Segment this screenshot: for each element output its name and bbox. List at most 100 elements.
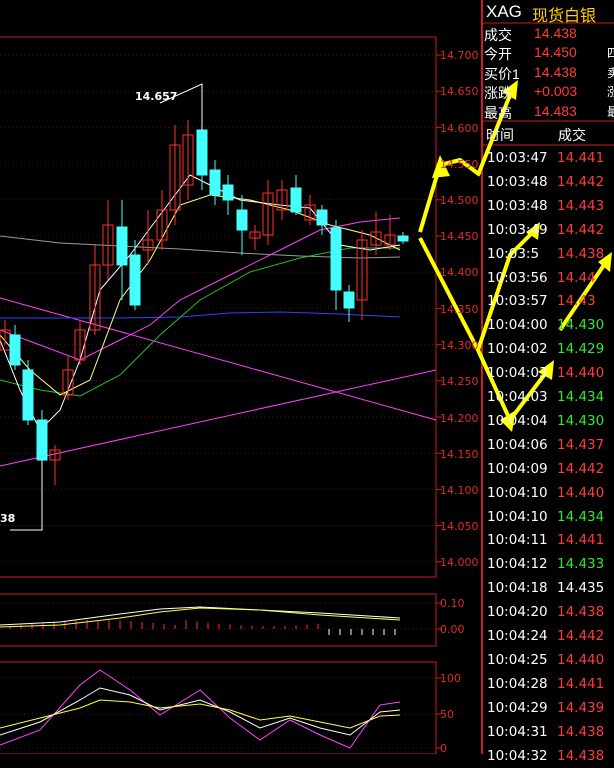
tick-row[interactable]: 10:04:28 14.441 xyxy=(482,672,614,696)
tick-row[interactable]: 10:04:18 14.435 xyxy=(482,576,614,600)
tick-time: 10:04:31 xyxy=(487,723,548,740)
quote-side-label: 四 xyxy=(607,46,614,61)
quote-label: 涨跌 xyxy=(484,85,512,102)
tick-row[interactable]: 10:04:02 14.429 xyxy=(482,337,614,361)
quote-value: 14.438 xyxy=(534,25,577,41)
tick-price: 14.429 xyxy=(557,341,605,358)
quote-row: 买价1 14.438 卖 xyxy=(482,63,614,82)
price-axis-label: 14.200 xyxy=(440,412,479,425)
tick-row[interactable]: 10:04:00 14.430 xyxy=(482,313,614,337)
tick-row[interactable]: 10:04:24 14.442 xyxy=(482,624,614,648)
candle-body xyxy=(36,419,48,461)
price-axis-label: 14.550 xyxy=(440,158,479,171)
symbol-name: 现货白银 xyxy=(532,8,597,25)
tick-time: 10:04:03 xyxy=(487,389,548,405)
price-axis-label: 14.400 xyxy=(440,266,479,279)
tick-row[interactable]: 10:04:04 14.430 xyxy=(482,409,614,433)
trendline xyxy=(0,297,437,421)
symbol-code: XAG xyxy=(486,2,522,21)
tick-time: 10:04:09 xyxy=(487,460,548,477)
tick-price: 14.434 xyxy=(557,389,605,405)
candle-body xyxy=(129,254,141,306)
quote-value: +0.003 xyxy=(534,83,578,100)
tick-price: 14.440 xyxy=(557,651,605,668)
tick-time: 10:04:20 xyxy=(487,604,548,621)
tick-row[interactable]: 10:04:31 14.438 xyxy=(482,720,614,744)
tick-row[interactable]: 10:04:06 14.437 xyxy=(482,433,614,457)
candle-body xyxy=(209,169,221,196)
quote-value: 14.438 xyxy=(534,63,577,80)
quote-panel: XAG 现货白银 成交 14.438 今开 14.450 四买价1 14.438 卖涨跌 +0… xyxy=(482,0,614,764)
quote-label: 最高 xyxy=(484,104,512,121)
candle-body xyxy=(343,291,355,309)
tick-row[interactable]: 10:04:10 14.440 xyxy=(482,481,614,505)
tick-row[interactable]: 10:04:10 14.434 xyxy=(482,505,614,529)
price-axis-label: 14.150 xyxy=(440,448,479,461)
kdj-axis-label: 0 xyxy=(440,742,447,755)
macd-signal xyxy=(0,607,401,628)
tick-row[interactable]: 10:03:56 14.44 xyxy=(482,266,614,290)
tick-price: 14.437 xyxy=(557,436,605,453)
low-price-annotation: 38 xyxy=(0,512,16,525)
tick-row[interactable]: 10:04:11 14.441 xyxy=(482,528,614,552)
tick-row[interactable]: 10:04:09 14.442 xyxy=(482,457,614,481)
tick-row[interactable]: 10:03:48 14.442 xyxy=(482,170,614,194)
tick-row[interactable]: 10:04:03 14.434 xyxy=(482,385,614,409)
tick-row[interactable]: 10:04:32 14.438 xyxy=(482,744,614,768)
tick-time: 10:04:00 xyxy=(487,317,548,334)
quote-label: 成交 xyxy=(484,27,512,43)
tick-price: 14.442 xyxy=(557,628,605,644)
macd-pane-frame xyxy=(0,593,437,647)
ticks-header-time: 时间 xyxy=(486,127,514,143)
tick-price: 14.441 xyxy=(557,675,605,692)
quote-label: 今开 xyxy=(484,46,512,63)
tick-price: 14.438 xyxy=(557,747,605,764)
candle-body xyxy=(330,227,342,291)
tick-time: 10:03:49 xyxy=(487,221,548,238)
tick-row[interactable]: 10:03:57 14.43 xyxy=(482,289,614,313)
quote-row: 成交 14.438 xyxy=(482,24,614,43)
tick-row[interactable]: 10:03:5 14.438 xyxy=(482,242,614,266)
quote-side-label: 涨 xyxy=(607,85,614,100)
quote-row: 今开 14.450 四 xyxy=(482,43,614,62)
candle-body xyxy=(290,187,302,213)
tick-time: 10:04:04 xyxy=(487,412,548,429)
tick-time: 10:03:57 xyxy=(487,293,548,310)
tick-row[interactable]: 10:04:25 14.440 xyxy=(482,648,614,672)
tick-time: 10:04:11 xyxy=(487,532,548,549)
kdj-axis-label: 50 xyxy=(440,708,454,721)
tick-row[interactable]: 10:04:12 14.433 xyxy=(482,552,614,576)
price-axis-label: 14.450 xyxy=(440,230,479,243)
ma-line xyxy=(0,174,401,431)
tick-time: 10:03:56 xyxy=(487,269,548,286)
tick-row[interactable]: 10:04:20 14.438 xyxy=(482,600,614,624)
candle-body xyxy=(222,184,234,201)
tick-row[interactable]: 10:04:29 14.439 xyxy=(482,696,614,720)
quote-header: XAG 现货白银 xyxy=(482,0,614,25)
candle-body xyxy=(9,334,21,366)
tick-price: 14.441 xyxy=(557,532,605,549)
high-price-annotation: 14.657 xyxy=(135,90,178,103)
price-axis-label: 14.700 xyxy=(440,49,479,62)
tick-time: 10:04:32 xyxy=(487,747,548,764)
quote-side-label: 卖 xyxy=(607,65,614,80)
candle-body xyxy=(316,209,328,226)
tick-price: 14.440 xyxy=(557,365,605,382)
kdj-axis-label: 100 xyxy=(440,672,461,685)
price-axis-label: 14.100 xyxy=(440,484,479,497)
tick-time: 10:04:10 xyxy=(487,508,548,525)
tick-price: 14.441 xyxy=(557,150,605,166)
tick-row[interactable]: 10:03:49 14.442 xyxy=(482,218,614,242)
kdj-j xyxy=(0,669,401,749)
tick-price: 14.438 xyxy=(557,604,605,621)
tick-row[interactable]: 10:03:48 14.443 xyxy=(482,194,614,218)
tick-row[interactable]: 10:03:47 14.441 xyxy=(482,146,614,170)
ticks-header: 时间 成交 xyxy=(482,121,614,145)
tick-row[interactable]: 10:04:03 14.440 xyxy=(482,361,614,385)
price-axis-label: 14.050 xyxy=(440,520,479,533)
tick-time: 10:04:03 xyxy=(487,365,548,382)
tick-price: 14.442 xyxy=(557,173,605,190)
tick-time: 10:04:02 xyxy=(487,341,548,358)
ma-line xyxy=(0,194,401,396)
tick-time: 10:04:25 xyxy=(487,651,548,668)
